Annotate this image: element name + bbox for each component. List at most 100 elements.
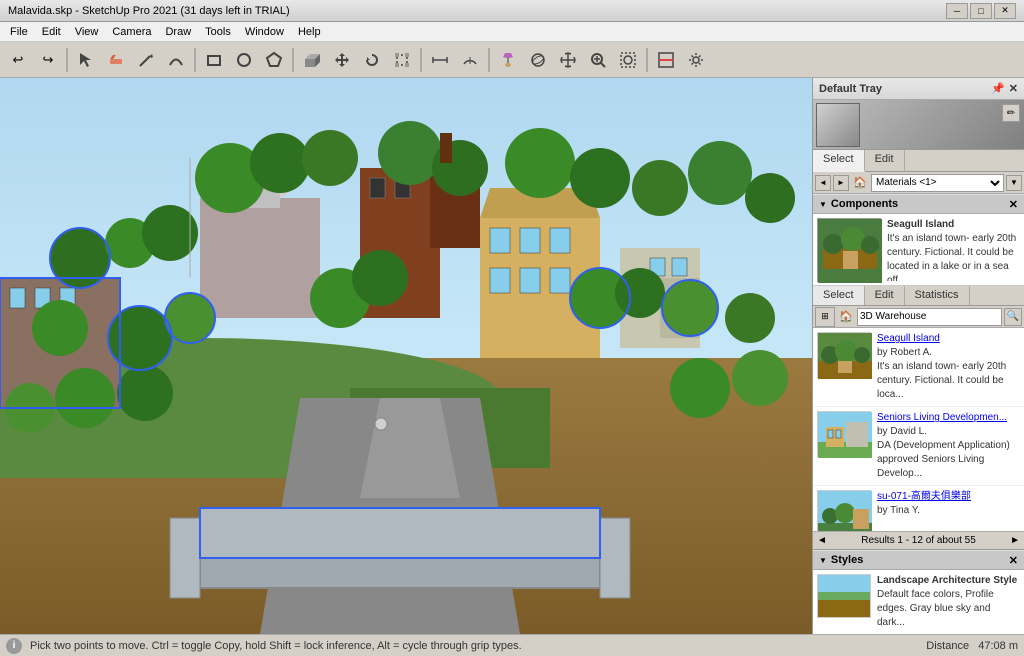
comp-author-2: by David L. [877,426,927,437]
comp-thumb-2 [817,411,871,457]
menu-draw[interactable]: Draw [159,24,197,40]
comp-title-3: su-071-高爾夫俱樂部 [877,490,971,504]
tray-close-icon[interactable]: ✕ [1009,82,1018,95]
minimize-button[interactable]: ─ [946,3,968,19]
toolbar-undo[interactable]: ↩ [4,46,32,74]
menu-view[interactable]: View [69,24,105,40]
toolbar-tape[interactable] [426,46,454,74]
right-panel: Default Tray 📌 ✕ ✏ Select Edit ◄ ► [812,78,1024,634]
components-tabs: Select Edit Statistics [813,286,1024,306]
tab-select-label: Select [823,153,854,165]
comp-title-1: Seagull Island [877,332,1020,346]
style-name: Landscape Architecture Style [877,575,1017,586]
search-input[interactable] [857,308,1002,326]
status-message: Pick two points to move. Ctrl = toggle C… [30,640,522,652]
comp-author-1: by Robert A. [877,347,932,358]
toolbar-settings[interactable] [682,46,710,74]
toolbar-arc[interactable] [162,46,190,74]
search-home-button[interactable]: 🏠 [837,308,855,326]
component-name: Seagull Island [887,219,954,230]
components-close-icon[interactable]: ✕ [1009,198,1018,211]
scene-svg [0,78,812,634]
comp-title-2: Seniors Living Developmen... [877,411,1020,425]
nav-forward-button[interactable]: ► [833,175,849,191]
list-item[interactable]: su-071-高爾夫俱樂部 by Tina Y. [813,486,1024,531]
toolbar-protractor[interactable] [456,46,484,74]
tray-header: Default Tray 📌 ✕ [813,78,1024,100]
nav-details-button[interactable]: ▼ [1006,175,1022,191]
toolbar-polygon[interactable] [260,46,288,74]
components-header-left: ▼ Components [819,198,898,210]
view-grid-button[interactable]: ⊞ [815,307,835,327]
tab-edit[interactable]: Edit [865,150,905,171]
comp-tab-edit[interactable]: Edit [865,286,905,305]
sample-icon[interactable]: ✏ [1002,104,1020,122]
toolbar-pencil[interactable] [132,46,160,74]
comp-tab-select[interactable]: Select [813,286,865,305]
materials-nav-bar: ◄ ► 🏠 Materials <1> ▼ [813,172,1024,194]
menu-edit[interactable]: Edit [36,24,67,40]
toolbar-pan[interactable] [554,46,582,74]
comp-thumb-3 [817,490,871,531]
toolbar-rotate[interactable] [358,46,386,74]
toolbar-paint[interactable] [494,46,522,74]
toolbar-scale[interactable] [388,46,416,74]
toolbar-rectangle[interactable] [200,46,228,74]
toolbar-select[interactable] [72,46,100,74]
next-page-icon[interactable]: ► [1010,535,1020,546]
tray-pin-icon[interactable]: 📌 [991,82,1005,95]
toolbar-sep-1 [66,48,68,72]
comp-author-3: by Tina Y. [877,505,920,516]
components-search-bar: ⊞ 🏠 🔍 [813,306,1024,328]
tray-title: Default Tray [819,83,882,95]
components-section-header[interactable]: ▼ Components ✕ [813,194,1024,214]
materials-dropdown[interactable]: Materials <1> [871,174,1004,192]
toolbar-orbit[interactable] [524,46,552,74]
statusbar: i Pick two points to move. Ctrl = toggle… [0,634,1024,656]
style-description: Landscape Architecture Style Default fac… [877,574,1020,630]
comp-text-1: Seagull Island by Robert A. It's an isla… [877,332,1020,402]
menu-file[interactable]: File [4,24,34,40]
components-triangle-icon: ▼ [819,200,827,209]
nav-back-button[interactable]: ◄ [815,175,831,191]
distance-value: 47:08 m [978,640,1018,652]
titlebar-title: Malavida.skp - SketchUp Pro 2021 (31 day… [8,5,290,17]
nav-home-button[interactable]: 🏠 [851,174,869,192]
menu-tools[interactable]: Tools [199,24,237,40]
comp-text-3: su-071-高爾夫俱樂部 by Tina Y. [877,490,971,531]
comp-tab-statistics[interactable]: Statistics [905,286,970,305]
toolbar-redo[interactable]: ↪ [34,46,62,74]
search-button[interactable]: 🔍 [1004,308,1022,326]
toolbar-sep-6 [646,48,648,72]
material-swatch [816,103,860,147]
menu-window[interactable]: Window [239,24,290,40]
main-area: Default Tray 📌 ✕ ✏ Select Edit ◄ ► [0,78,1024,634]
toolbar-circle[interactable] [230,46,258,74]
styles-header-left: ▼ Styles [819,554,863,566]
toolbar-pushpull[interactable] [298,46,326,74]
toolbar-zoom-extents[interactable] [614,46,642,74]
list-item[interactable]: Seniors Living Developmen... by David L.… [813,407,1024,486]
toolbar-zoom[interactable] [584,46,612,74]
window-controls: ─ □ ✕ [946,3,1016,19]
styles-triangle-icon: ▼ [819,556,827,565]
toolbar-move[interactable] [328,46,356,74]
toolbar-eraser[interactable] [102,46,130,74]
styles-title: Styles [831,554,863,566]
close-button[interactable]: ✕ [994,3,1016,19]
results-bar: ◄ Results 1 - 12 of about 55 ► [813,531,1024,549]
results-text: Results 1 - 12 of about 55 [861,535,976,546]
tab-select[interactable]: Select [813,150,865,172]
styles-close-icon[interactable]: ✕ [1009,554,1018,567]
toolbar-sections[interactable] [652,46,680,74]
menu-help[interactable]: Help [292,24,327,40]
styles-section-header[interactable]: ▼ Styles ✕ [813,550,1024,570]
maximize-button[interactable]: □ [970,3,992,19]
toolbar-sep-3 [292,48,294,72]
comp-thumb-1 [817,332,871,378]
list-item[interactable]: Seagull Island by Robert A. It's an isla… [813,328,1024,407]
comp-desc-1: It's an island town- early 20th century.… [877,361,1006,400]
prev-page-icon[interactable]: ◄ [817,535,827,546]
3d-viewport[interactable] [0,78,812,634]
menu-camera[interactable]: Camera [106,24,157,40]
